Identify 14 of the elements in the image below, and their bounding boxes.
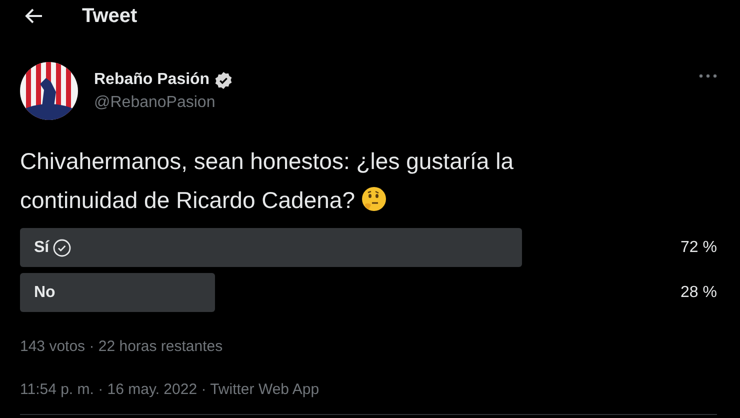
- page-title: Tweet: [82, 4, 138, 28]
- back-button[interactable]: [24, 6, 44, 26]
- poll-percentage: 72 %: [680, 239, 717, 257]
- more-options-icon[interactable]: [699, 74, 717, 78]
- thinking-face-icon: [361, 186, 388, 212]
- tweet-text: Chivahermanos, sean honestos: ¿les gustaría la continuidad de Ricardo Cadena?: [20, 147, 514, 215]
- check-circle-icon: [53, 238, 72, 256]
- author-handle[interactable]: @RebanoPasion: [94, 94, 683, 112]
- poll-percentage: 28 %: [680, 284, 717, 302]
- tweet-timestamp: 11:54 p. m. · 16 may. 2022 · Twitter Web App: [20, 381, 320, 398]
- author-name[interactable]: Rebaño Pasión: [94, 71, 210, 89]
- poll-summary: 143 votos · 22 horas restantes: [20, 338, 224, 355]
- poll-option-label: Sí: [34, 238, 50, 256]
- poll-option-label: No: [34, 284, 56, 302]
